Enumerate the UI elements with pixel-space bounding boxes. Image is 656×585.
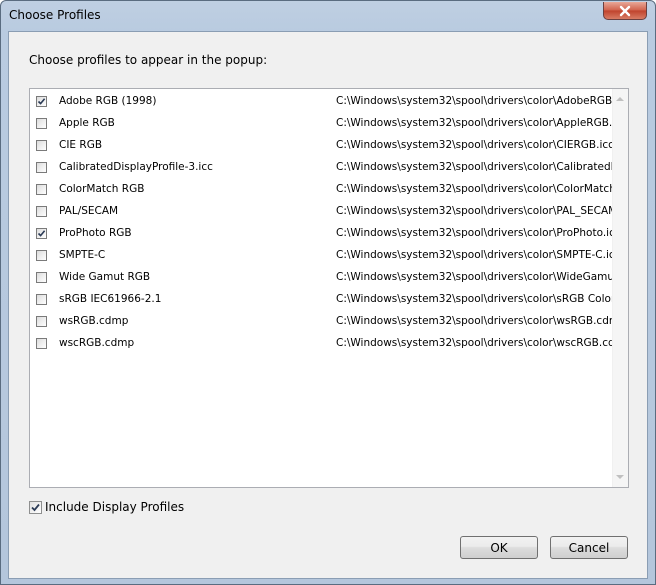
- dialog-client-area: Choose profiles to appear in the popup: …: [8, 31, 648, 579]
- profile-path: C:\Windows\system32\spool\drivers\color\…: [336, 337, 612, 349]
- profile-checkbox[interactable]: [36, 140, 47, 151]
- profile-row[interactable]: PAL/SECAM C:\Windows\system32\spool\drive…: [30, 201, 612, 223]
- ok-button[interactable]: OK: [460, 536, 538, 559]
- profile-path: C:\Windows\system32\spool\drivers\color\…: [336, 293, 612, 305]
- profile-path: C:\Windows\system32\spool\drivers\color\…: [336, 227, 612, 239]
- profile-row[interactable]: sRGB IEC61966-2.1 C:\Windows\system32\spo…: [30, 289, 612, 311]
- profile-name: ProPhoto RGB: [59, 227, 132, 239]
- profile-name: PAL/SECAM: [59, 205, 119, 217]
- profile-checkbox[interactable]: [36, 316, 47, 327]
- profile-name: Wide Gamut RGB: [59, 271, 151, 283]
- profile-row[interactable]: CIE RGB C:\Windows\system32\spool\drivers…: [30, 135, 612, 157]
- profile-path: C:\Windows\system32\spool\drivers\color\…: [336, 249, 612, 261]
- window-title: Choose Profiles: [9, 8, 101, 22]
- close-button[interactable]: [603, 2, 647, 20]
- include-display-profiles-label[interactable]: Include Display Profiles: [45, 500, 184, 514]
- profile-name: ColorMatch RGB: [59, 183, 145, 195]
- profile-path: C:\Windows\system32\spool\drivers\color\…: [336, 315, 612, 327]
- title-bar[interactable]: Choose Profiles: [1, 1, 655, 31]
- prompt-label: Choose profiles to appear in the popup:: [29, 53, 268, 67]
- profile-row[interactable]: SMPTE-C C:\Windows\system32\spool\drivers…: [30, 245, 612, 267]
- profile-checkbox[interactable]: [36, 118, 47, 129]
- profile-row[interactable]: wsRGB.cdmp C:\Windows\system32\spool\driv…: [30, 311, 612, 333]
- profile-row[interactable]: Adobe RGB (1998) C:\Windows\system32\spoo…: [30, 91, 612, 113]
- profile-name: CalibratedDisplayProfile-3.icc: [59, 161, 213, 173]
- checkmark-icon: [31, 503, 40, 512]
- vertical-scrollbar[interactable]: [612, 89, 628, 487]
- choose-profiles-dialog: Choose Profiles Choose profiles to appea…: [0, 0, 656, 585]
- scroll-down-arrow-icon[interactable]: [616, 475, 624, 479]
- profile-name: SMPTE-C: [59, 249, 106, 261]
- profile-name: wscRGB.cdmp: [59, 337, 135, 349]
- checkmark-icon: [37, 230, 46, 237]
- profile-name: sRGB IEC61966-2.1: [59, 293, 162, 305]
- cancel-button[interactable]: Cancel: [550, 536, 628, 559]
- profile-row[interactable]: wscRGB.cdmp C:\Windows\system32\spool\dri…: [30, 333, 612, 355]
- profile-name: wsRGB.cdmp: [59, 315, 129, 327]
- profile-path: C:\Windows\system32\spool\drivers\color\…: [336, 139, 612, 151]
- profile-row[interactable]: Wide Gamut RGB C:\Windows\system32\spool\…: [30, 267, 612, 289]
- profile-checkbox[interactable]: [36, 228, 47, 239]
- profile-checkbox[interactable]: [36, 184, 47, 195]
- profile-path: C:\Windows\system32\spool\drivers\color\…: [336, 183, 612, 195]
- profile-path: C:\Windows\system32\spool\drivers\color\…: [336, 161, 612, 173]
- profile-checkbox[interactable]: [36, 206, 47, 217]
- profiles-list[interactable]: Adobe RGB (1998) C:\Windows\system32\spoo…: [29, 88, 629, 488]
- profile-path: C:\Windows\system32\spool\drivers\color\…: [336, 271, 612, 283]
- checkmark-icon: [37, 98, 46, 105]
- profile-path: C:\Windows\system32\spool\drivers\color\…: [336, 117, 612, 129]
- profile-path: C:\Windows\system32\spool\drivers\color\…: [336, 95, 612, 107]
- profile-checkbox[interactable]: [36, 162, 47, 173]
- profile-row[interactable]: ColorMatch RGB C:\Windows\system32\spool\…: [30, 179, 612, 201]
- close-icon: [619, 5, 631, 16]
- profile-checkbox[interactable]: [36, 272, 47, 283]
- profile-row[interactable]: Apple RGB C:\Windows\system32\spool\drive…: [30, 113, 612, 135]
- profile-row[interactable]: CalibratedDisplayProfile-3.icc C:\Windows…: [30, 157, 612, 179]
- profile-row[interactable]: ProPhoto RGB C:\Windows\system32\spool\dr…: [30, 223, 612, 245]
- profile-name: Adobe RGB (1998): [59, 95, 157, 107]
- profile-path: C:\Windows\system32\spool\drivers\color\…: [336, 205, 612, 217]
- scroll-up-arrow-icon[interactable]: [616, 97, 624, 101]
- profile-name: CIE RGB: [59, 139, 103, 151]
- include-display-profiles-checkbox[interactable]: [29, 501, 42, 514]
- profile-checkbox[interactable]: [36, 338, 47, 349]
- profile-name: Apple RGB: [59, 117, 115, 129]
- profile-checkbox[interactable]: [36, 96, 47, 107]
- profile-checkbox[interactable]: [36, 294, 47, 305]
- profile-checkbox[interactable]: [36, 250, 47, 261]
- profiles-list-viewport: Adobe RGB (1998) C:\Windows\system32\spoo…: [30, 89, 612, 487]
